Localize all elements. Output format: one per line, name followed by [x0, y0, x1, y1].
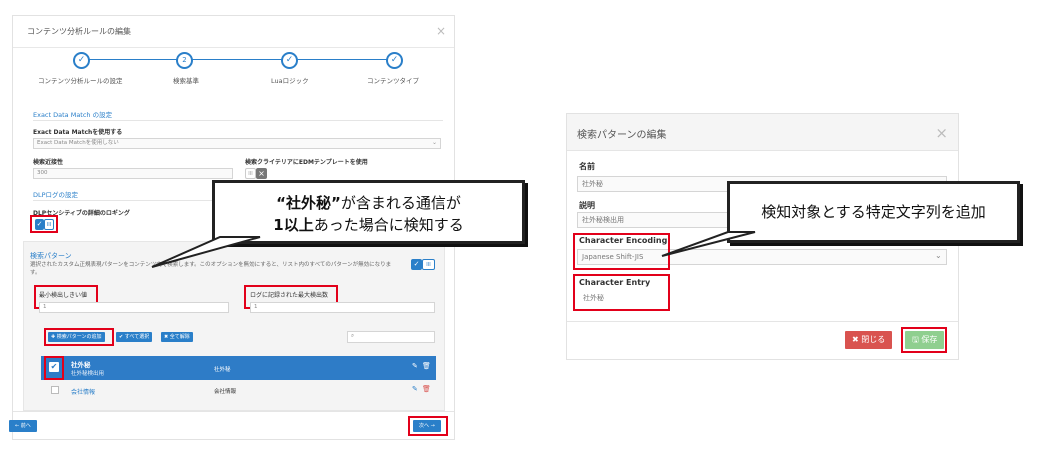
- highlight-box: [30, 215, 58, 233]
- step-1-label: コンテンツ分析ルールの設定: [38, 77, 123, 85]
- dialog-title: 検索パターンの編集: [577, 130, 667, 141]
- row-sub: 社外秘検出用: [71, 371, 105, 377]
- callout-emphasis: 1以上: [273, 216, 314, 234]
- pattern-toggle[interactable]: III: [422, 259, 435, 270]
- edm-use-select[interactable]: Exact Data Matchを使用しない: [33, 138, 441, 149]
- clear-all-button[interactable]: ✖ 全て解除: [161, 332, 193, 342]
- select-all-button[interactable]: ✔ すべて選択: [116, 332, 153, 342]
- close-icon[interactable]: ×: [436, 24, 446, 38]
- callout-text: が含まれる通信が: [340, 194, 461, 212]
- footer-divider: [567, 321, 958, 322]
- pattern-title: 検索パターン: [30, 252, 72, 260]
- highlight-box: [44, 328, 114, 346]
- name-label: 名前: [579, 162, 595, 171]
- step-2-number[interactable]: 2: [176, 52, 193, 69]
- edm-toggle-off[interactable]: III: [245, 168, 256, 179]
- max-log-input[interactable]: 1: [250, 302, 435, 313]
- search-input[interactable]: ⌕: [347, 331, 435, 343]
- step-3-label: Luaロジック: [271, 77, 309, 85]
- dialog-title: コンテンツ分析ルールの編集: [27, 27, 131, 36]
- highlight-box: [44, 356, 64, 380]
- min-threshold-input[interactable]: 1: [39, 302, 229, 313]
- proximity-input[interactable]: 300: [33, 168, 233, 179]
- search-icon: ⌕: [351, 333, 355, 339]
- select-all-label: すべて選択: [124, 334, 150, 340]
- row-value: 会社情報: [214, 389, 237, 395]
- clear-all-label: 全て解除: [169, 334, 190, 340]
- callout-right: 検知対象とする特定文字列を追加: [727, 181, 1020, 243]
- callout-emphasis: “社外秘”: [276, 194, 341, 212]
- row-value: 社外秘: [214, 367, 231, 373]
- back-label: 前へ: [20, 423, 31, 429]
- highlight-box: [573, 274, 670, 311]
- step-3-check-icon[interactable]: ✓: [281, 52, 298, 69]
- step-2-label: 検索基準: [173, 77, 199, 85]
- dlp-section-title: DLPログの設定: [33, 191, 79, 199]
- proximity-label: 検索近接性: [33, 159, 64, 166]
- edm-toggle-x-icon[interactable]: ×: [256, 168, 267, 179]
- highlight-box: [901, 327, 947, 353]
- edm-section-title: Exact Data Match の設定: [33, 111, 113, 119]
- close-icon[interactable]: ×: [935, 124, 948, 142]
- step-1-check-icon[interactable]: ✓: [73, 52, 90, 69]
- pattern-toggle-check-icon[interactable]: ✓: [411, 259, 422, 270]
- trash-icon[interactable]: 🗑: [422, 362, 431, 370]
- divider: [33, 200, 223, 201]
- close-label: 閉じる: [861, 335, 886, 344]
- edit-icon[interactable]: ✎: [412, 385, 418, 393]
- highlight-box: [408, 416, 448, 436]
- dialog-header: コンテンツ分析ルールの編集 ×: [13, 16, 454, 48]
- back-button[interactable]: ← 前へ: [9, 420, 37, 432]
- footer-divider: [13, 411, 454, 412]
- highlight-box: [573, 233, 670, 270]
- divider: [33, 120, 443, 121]
- chevron-down-icon: ⌄: [432, 139, 438, 146]
- callout-pointer: [151, 236, 261, 268]
- callout-pointer: [661, 231, 756, 257]
- callout-text: あった場合に検知する: [313, 216, 464, 234]
- chevron-down-icon: ⌄: [935, 251, 942, 260]
- dialog-header: 検索パターンの編集 ×: [567, 114, 958, 151]
- edit-icon[interactable]: ✎: [412, 362, 418, 370]
- description-label: 説明: [579, 201, 595, 210]
- row-name[interactable]: 会社情報: [71, 387, 95, 396]
- edm-use-label: Exact Data Matchを使用する: [33, 129, 123, 136]
- trash-icon[interactable]: 🗑: [422, 385, 431, 393]
- row-name: 社外秘: [71, 361, 91, 369]
- step-4-check-icon[interactable]: ✓: [386, 52, 403, 69]
- close-button[interactable]: ✖ 閉じる: [845, 331, 893, 349]
- edm-template-label: 検索クライテリアにEDMテンプレートを使用: [245, 159, 368, 166]
- step-4-label: コンテンツタイプ: [367, 77, 419, 85]
- row-checkbox[interactable]: [51, 386, 59, 394]
- wizard-progress-line: [84, 59, 398, 60]
